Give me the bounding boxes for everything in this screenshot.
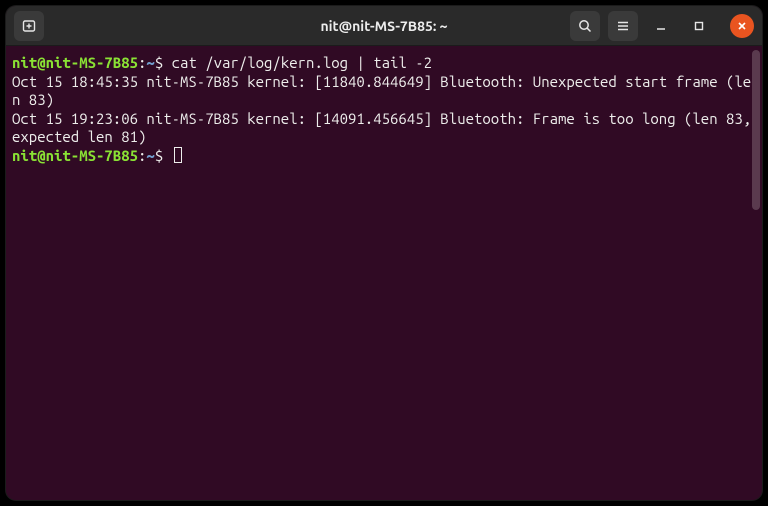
command-text: cat /var/log/kern.log | tail -2 (172, 54, 432, 71)
scrollbar[interactable] (750, 46, 762, 500)
menu-button[interactable] (608, 11, 638, 41)
close-icon (736, 20, 748, 32)
minimize-icon (654, 19, 668, 33)
cursor (174, 147, 182, 163)
prompt-user: nit@nit-MS-7B85 (12, 147, 138, 164)
prompt-path: ~ (146, 147, 154, 164)
close-button[interactable] (730, 14, 754, 38)
new-tab-icon (21, 18, 37, 34)
minimize-button[interactable] (646, 11, 676, 41)
maximize-icon (692, 19, 706, 33)
prompt-symbol: $ (155, 54, 163, 71)
hamburger-icon (615, 18, 631, 34)
maximize-button[interactable] (684, 11, 714, 41)
new-tab-button[interactable] (14, 11, 44, 41)
search-icon (577, 18, 593, 34)
prompt-user: nit@nit-MS-7B85 (12, 54, 138, 71)
terminal-window: nit@nit-MS-7B85: ~ (6, 6, 762, 500)
prompt-line-2: nit@nit-MS-7B85:~$ (12, 147, 756, 166)
search-button[interactable] (570, 11, 600, 41)
output-line-2: Oct 15 19:23:06 nit-MS-7B85 kernel: [140… (12, 110, 756, 147)
prompt-line-1: nit@nit-MS-7B85:~$ cat /var/log/kern.log… (12, 54, 756, 73)
prompt-path: ~ (146, 54, 154, 71)
output-line-1: Oct 15 18:45:35 nit-MS-7B85 kernel: [118… (12, 73, 756, 110)
titlebar-left (6, 11, 48, 41)
terminal-viewport[interactable]: nit@nit-MS-7B85:~$ cat /var/log/kern.log… (6, 46, 762, 500)
prompt-symbol: $ (155, 147, 163, 164)
titlebar: nit@nit-MS-7B85: ~ (6, 6, 762, 46)
scroll-thumb[interactable] (752, 50, 760, 210)
titlebar-right (570, 11, 762, 41)
